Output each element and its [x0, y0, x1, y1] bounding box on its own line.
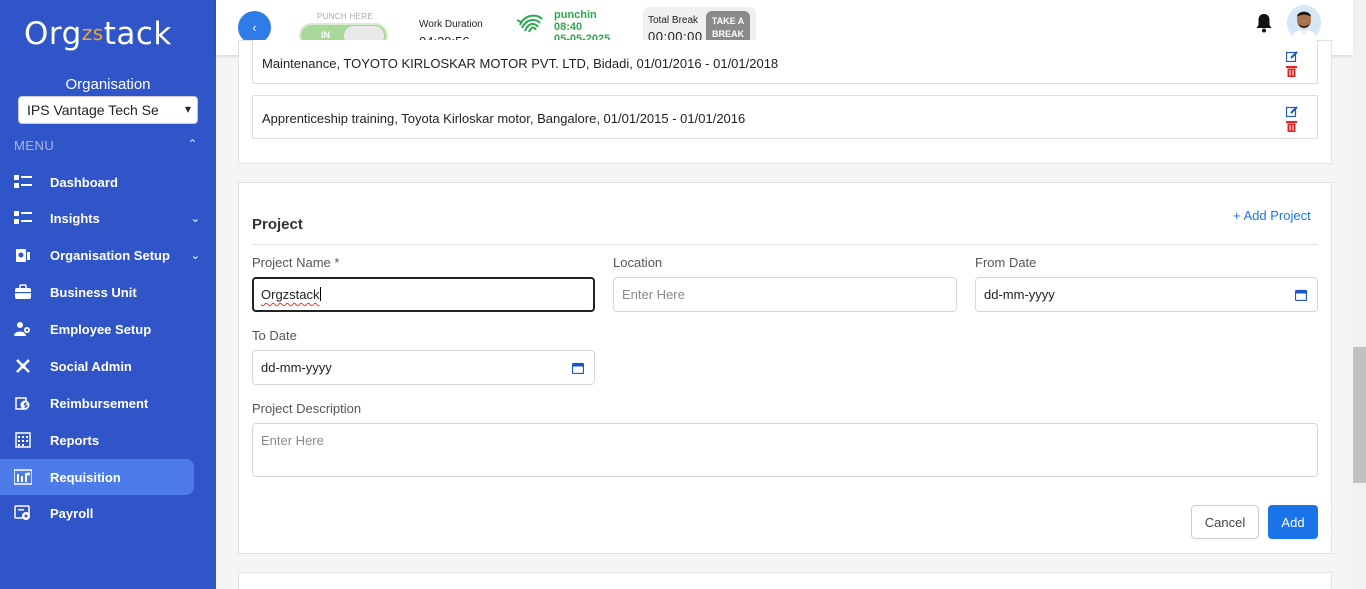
sidebar-item-label: Business Unit — [50, 284, 137, 300]
project-name-label: Project Name * — [252, 255, 340, 270]
sidebar-item-insights[interactable]: Insights ⌄ — [0, 200, 200, 236]
total-break-label: Total Break — [648, 15, 699, 26]
sidebar-item-organisation-setup[interactable]: Organisation Setup ⌄ — [0, 237, 200, 273]
sidebar-item-requisition[interactable]: Requisition — [0, 459, 194, 495]
to-date-placeholder: dd-mm-yyyy — [261, 360, 332, 375]
sidebar-item-label: Requisition — [50, 469, 121, 485]
social-admin-icon — [14, 358, 32, 374]
sidebar-item-employee-setup[interactable]: Employee Setup — [0, 311, 194, 347]
fingerprint-icon — [516, 14, 543, 33]
delete-icon[interactable] — [1286, 65, 1297, 77]
project-description-label: Project Description — [252, 401, 362, 416]
chevron-down-icon: ▾ — [184, 102, 191, 116]
reports-icon — [14, 432, 32, 448]
edit-icon[interactable] — [1286, 106, 1298, 117]
sidebar-item-reimbursement[interactable]: $ Reimbursement — [0, 385, 194, 421]
organisation-setup-icon — [14, 247, 32, 263]
briefcase-icon — [14, 284, 32, 300]
organisation-select-value: IPS Vantage Tech Se — [27, 102, 159, 118]
experience-entry-text: Apprenticeship training, Toyota Kirloska… — [262, 111, 746, 126]
sidebar-item-label: Payroll — [50, 505, 94, 521]
cancel-button[interactable]: Cancel — [1191, 505, 1259, 539]
delete-icon[interactable] — [1286, 120, 1297, 132]
sidebar-item-label: Dashboard — [50, 174, 118, 190]
employees-icon — [14, 321, 32, 337]
project-section-title: Project — [252, 216, 303, 233]
experience-entry: Apprenticeship training, Toyota Kirloska… — [252, 95, 1318, 139]
sidebar-item-label: Organisation Setup — [50, 247, 170, 263]
requisition-icon — [14, 469, 32, 485]
organisation-label: Organisation — [65, 76, 151, 93]
edit-icon[interactable] — [1286, 51, 1298, 62]
insights-icon — [14, 210, 32, 226]
from-date-input[interactable]: dd-mm-yyyy — [975, 277, 1318, 312]
chevron-down-icon: ⌄ — [190, 212, 200, 225]
to-date-input[interactable]: dd-mm-yyyy — [252, 350, 595, 385]
sidebar-item-business-unit[interactable]: Business Unit — [0, 274, 194, 310]
punchin-label: punchin — [554, 9, 597, 21]
svg-text:$: $ — [23, 402, 28, 410]
sidebar: Orgzstack Organisation IPS Vantage Tech … — [0, 0, 216, 589]
take-break-line1: TAKE A — [711, 16, 745, 26]
menu-label: MENU — [14, 138, 55, 153]
sidebar-item-label: Insights — [50, 210, 100, 226]
scrollbar-thumb[interactable] — [1353, 347, 1366, 483]
description-placeholder: Enter Here — [261, 433, 324, 448]
punch-state-label: IN — [321, 30, 330, 40]
sidebar-item-social-admin[interactable]: Social Admin — [0, 348, 194, 384]
sidebar-item-label: Social Admin — [50, 358, 132, 374]
calendar-icon[interactable] — [572, 362, 584, 374]
location-placeholder: Enter Here — [622, 287, 685, 302]
project-name-value: Orgzstack — [261, 287, 320, 302]
chevron-up-icon: ⌃ — [187, 137, 198, 151]
to-date-label: To Date — [252, 328, 297, 343]
next-section-card — [238, 572, 1332, 589]
chevron-down-icon: ⌄ — [190, 249, 200, 262]
location-label: Location — [613, 255, 663, 270]
section-divider — [252, 244, 1318, 245]
sidebar-item-label: Reimbursement — [50, 395, 149, 411]
from-date-placeholder: dd-mm-yyyy — [984, 287, 1055, 302]
menu-section-header[interactable]: MENU ⌃ — [14, 137, 204, 153]
work-duration-label: Work Duration — [419, 19, 483, 30]
chevron-left-icon: ‹ — [252, 20, 257, 35]
avatar-image — [1287, 5, 1321, 41]
user-avatar[interactable] — [1287, 5, 1321, 41]
add-button[interactable]: Add — [1268, 505, 1318, 539]
orgzstack-logo[interactable]: Orgzstack — [24, 16, 172, 52]
sidebar-item-label: Employee Setup — [50, 321, 152, 337]
sidebar-item-payroll[interactable]: Payroll — [0, 495, 194, 531]
sidebar-item-dashboard[interactable]: Dashboard — [0, 164, 194, 200]
experience-entry-text: Maintenance, TOYOTO KIRLOSKAR MOTOR PVT.… — [262, 56, 779, 71]
location-input[interactable]: Enter Here — [613, 277, 957, 312]
from-date-label: From Date — [975, 255, 1037, 270]
calendar-icon[interactable] — [1295, 289, 1307, 301]
sidebar-item-label: Reports — [50, 432, 100, 448]
bell-icon[interactable] — [1255, 13, 1273, 33]
organisation-select[interactable]: IPS Vantage Tech Se ▾ — [18, 96, 198, 124]
sidebar-item-reports[interactable]: Reports — [0, 422, 194, 458]
punch-here-label: PUNCH HERE — [317, 12, 373, 21]
text-cursor — [319, 287, 321, 301]
add-project-link[interactable]: + Add Project — [1233, 208, 1311, 223]
dashboard-icon — [14, 174, 32, 190]
reimbursement-icon: $ — [14, 395, 32, 411]
payroll-icon — [14, 505, 32, 521]
punchin-time: 08:40 — [554, 21, 583, 33]
project-description-textarea[interactable]: Enter Here — [252, 423, 1318, 477]
scrollbar-track[interactable] — [1353, 0, 1366, 589]
project-name-input[interactable]: Orgzstack — [252, 277, 595, 312]
